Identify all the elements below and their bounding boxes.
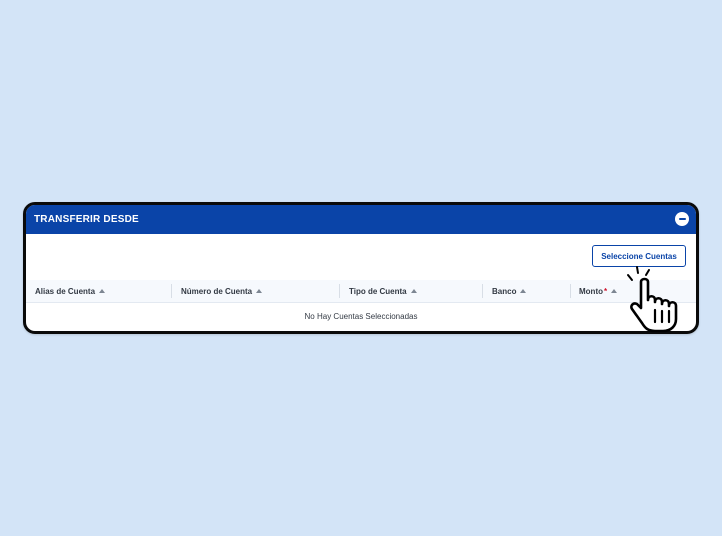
collapse-button[interactable] [675,212,689,226]
page: TRANSFERIR DESDE Seleccione Cuentas Alia… [0,0,722,536]
column-label: Monto [579,286,603,296]
column-divider[interactable] [339,284,340,298]
required-marker: * [604,286,608,296]
column-divider[interactable] [570,284,571,298]
column-header-bank[interactable]: Banco [492,280,527,302]
tap-line [645,269,650,276]
sort-asc-icon[interactable] [410,289,417,293]
column-label: Número de Cuenta [181,286,253,296]
column-header-alias[interactable]: Alias de Cuenta [35,280,106,302]
column-header-account-number[interactable]: Número de Cuenta [181,280,263,302]
hand-outline [630,277,678,333]
sort-asc-icon[interactable] [99,289,106,293]
sort-asc-icon[interactable] [256,289,263,293]
empty-table-message: No Hay Cuentas Seleccionadas [304,312,418,321]
column-label: Banco [492,286,517,296]
column-divider[interactable] [171,284,172,298]
column-header-amount[interactable]: Monto * [579,280,618,302]
tap-line [636,266,639,274]
column-label: Tipo de Cuenta [349,286,407,296]
hand-pointer-icon [627,266,678,333]
sort-asc-icon[interactable] [611,289,618,293]
table-header: Alias de Cuenta Número de Cuenta Tipo de… [26,280,696,303]
panel-header: TRANSFERIR DESDE [26,205,696,234]
column-header-account-type[interactable]: Tipo de Cuenta [349,280,417,302]
column-label: Alias de Cuenta [35,286,96,296]
minus-circle-icon [678,218,686,220]
sort-asc-icon[interactable] [520,289,527,293]
transfer-from-panel: TRANSFERIR DESDE Seleccione Cuentas Alia… [23,202,699,334]
panel-title: TRANSFERIR DESDE [34,214,139,225]
column-divider[interactable] [482,284,483,298]
tap-line [627,274,633,281]
